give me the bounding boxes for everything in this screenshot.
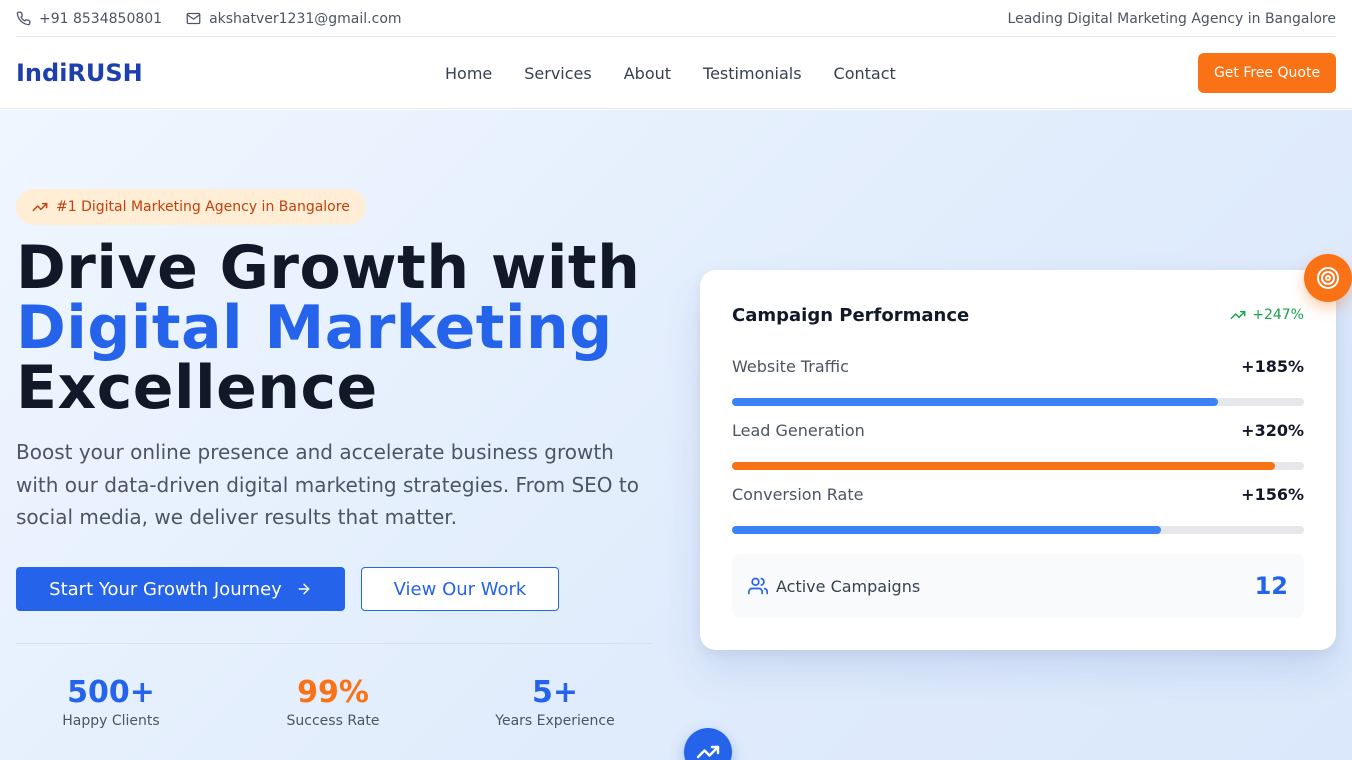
progress-track <box>732 398 1304 406</box>
active-campaigns-box: Active Campaigns 12 <box>732 554 1304 618</box>
active-campaigns-label: Active Campaigns <box>776 576 921 596</box>
progress-fill <box>732 526 1161 534</box>
progress-track <box>732 462 1304 470</box>
progress-fill <box>732 462 1276 470</box>
target-icon <box>1317 267 1339 289</box>
nav-link-home[interactable]: Home <box>445 64 492 83</box>
metric-website-traffic: Website Traffic +185% <box>732 355 1304 406</box>
growth-value: +247% <box>1252 307 1304 323</box>
phone-number: +91 8534850801 <box>39 10 163 27</box>
get-free-quote-button[interactable]: Get Free Quote <box>1198 53 1336 93</box>
phone-contact[interactable]: +91 8534850801 <box>16 11 162 27</box>
topbar-tagline: Leading Digital Marketing Agency in Bang… <box>1007 10 1336 27</box>
stats-divider <box>16 643 652 644</box>
nav-link-services[interactable]: Services <box>524 64 591 83</box>
hero-section: #1 Digital Marketing Agency in Bangalore… <box>0 110 1352 760</box>
headline-accent: Digital Marketing <box>16 293 613 363</box>
metric-name: Website Traffic <box>732 356 849 376</box>
metric-conversion-rate: Conversion Rate +156% <box>732 483 1304 534</box>
hero-description: Boost your online presence and accelerat… <box>16 440 639 529</box>
main-navbar: IndiRUSH Home Services About Testimonial… <box>0 37 1352 109</box>
mail-icon <box>186 12 201 25</box>
phone-icon <box>16 11 31 26</box>
metric-name: Lead Generation <box>732 420 865 440</box>
target-badge <box>1304 254 1352 302</box>
email-contact[interactable]: akshatver1231@gmail.com <box>186 10 402 27</box>
hero-headline: Drive Growth with Digital Marketing Exce… <box>16 238 640 418</box>
stat-label: Years Experience <box>495 713 615 729</box>
trending-up-icon <box>696 745 720 759</box>
stat-years-experience: 5+ Years Experience <box>460 674 650 729</box>
trending-up-icon <box>32 202 48 212</box>
stat-label: Success Rate <box>286 713 380 729</box>
start-growth-journey-button[interactable]: Start Your Growth Journey <box>16 567 345 611</box>
top-bar: +91 8534850801 akshatver1231@gmail.com L… <box>0 0 1352 37</box>
view-our-work-button[interactable]: View Our Work <box>361 567 559 611</box>
badge-text: #1 Digital Marketing Agency in Bangalore <box>56 199 350 215</box>
nav-link-testimonials[interactable]: Testimonials <box>703 64 802 83</box>
progress-fill <box>732 398 1219 406</box>
active-campaigns-count: 12 <box>1254 572 1288 600</box>
campaign-performance-card: Campaign Performance +247% Website Traff… <box>700 270 1336 650</box>
metric-lead-generation: Lead Generation +320% <box>732 419 1304 470</box>
card-title: Campaign Performance <box>732 305 970 326</box>
progress-track <box>732 526 1304 534</box>
stat-happy-clients: 500+ Happy Clients <box>16 674 206 729</box>
metric-value: +185% <box>1241 356 1304 376</box>
trending-up-icon <box>1230 310 1246 320</box>
metric-name: Conversion Rate <box>732 484 864 504</box>
contact-info: +91 8534850801 akshatver1231@gmail.com <box>16 11 426 27</box>
agency-badge: #1 Digital Marketing Agency in Bangalore <box>16 189 366 225</box>
start-growth-journey-label: Start Your Growth Journey <box>49 578 282 600</box>
trending-badge <box>684 728 732 760</box>
nav-link-about[interactable]: About <box>624 64 671 83</box>
nav-menu: Home Services About Testimonials Contact <box>445 37 928 109</box>
users-icon <box>748 577 768 595</box>
headline-line-1: Drive Growth with <box>16 233 641 303</box>
headline-line-3: Excellence <box>16 353 378 423</box>
active-campaigns-label-group: Active Campaigns <box>748 576 920 596</box>
metric-value: +320% <box>1241 420 1304 440</box>
stat-value: 5+ <box>531 675 578 710</box>
stats-row: 500+ Happy Clients 99% Success Rate 5+ Y… <box>16 674 652 729</box>
growth-indicator: +247% <box>1230 307 1304 323</box>
stat-label: Happy Clients <box>62 713 160 729</box>
nav-link-contact[interactable]: Contact <box>834 64 896 83</box>
arrow-right-icon <box>298 583 310 595</box>
site-logo[interactable]: IndiRUSH <box>16 59 143 87</box>
stat-value: 99% <box>297 675 369 710</box>
email-address: akshatver1231@gmail.com <box>209 10 402 27</box>
stat-success-rate: 99% Success Rate <box>238 674 428 729</box>
metric-value: +156% <box>1241 484 1304 504</box>
stat-value: 500+ <box>67 675 155 710</box>
